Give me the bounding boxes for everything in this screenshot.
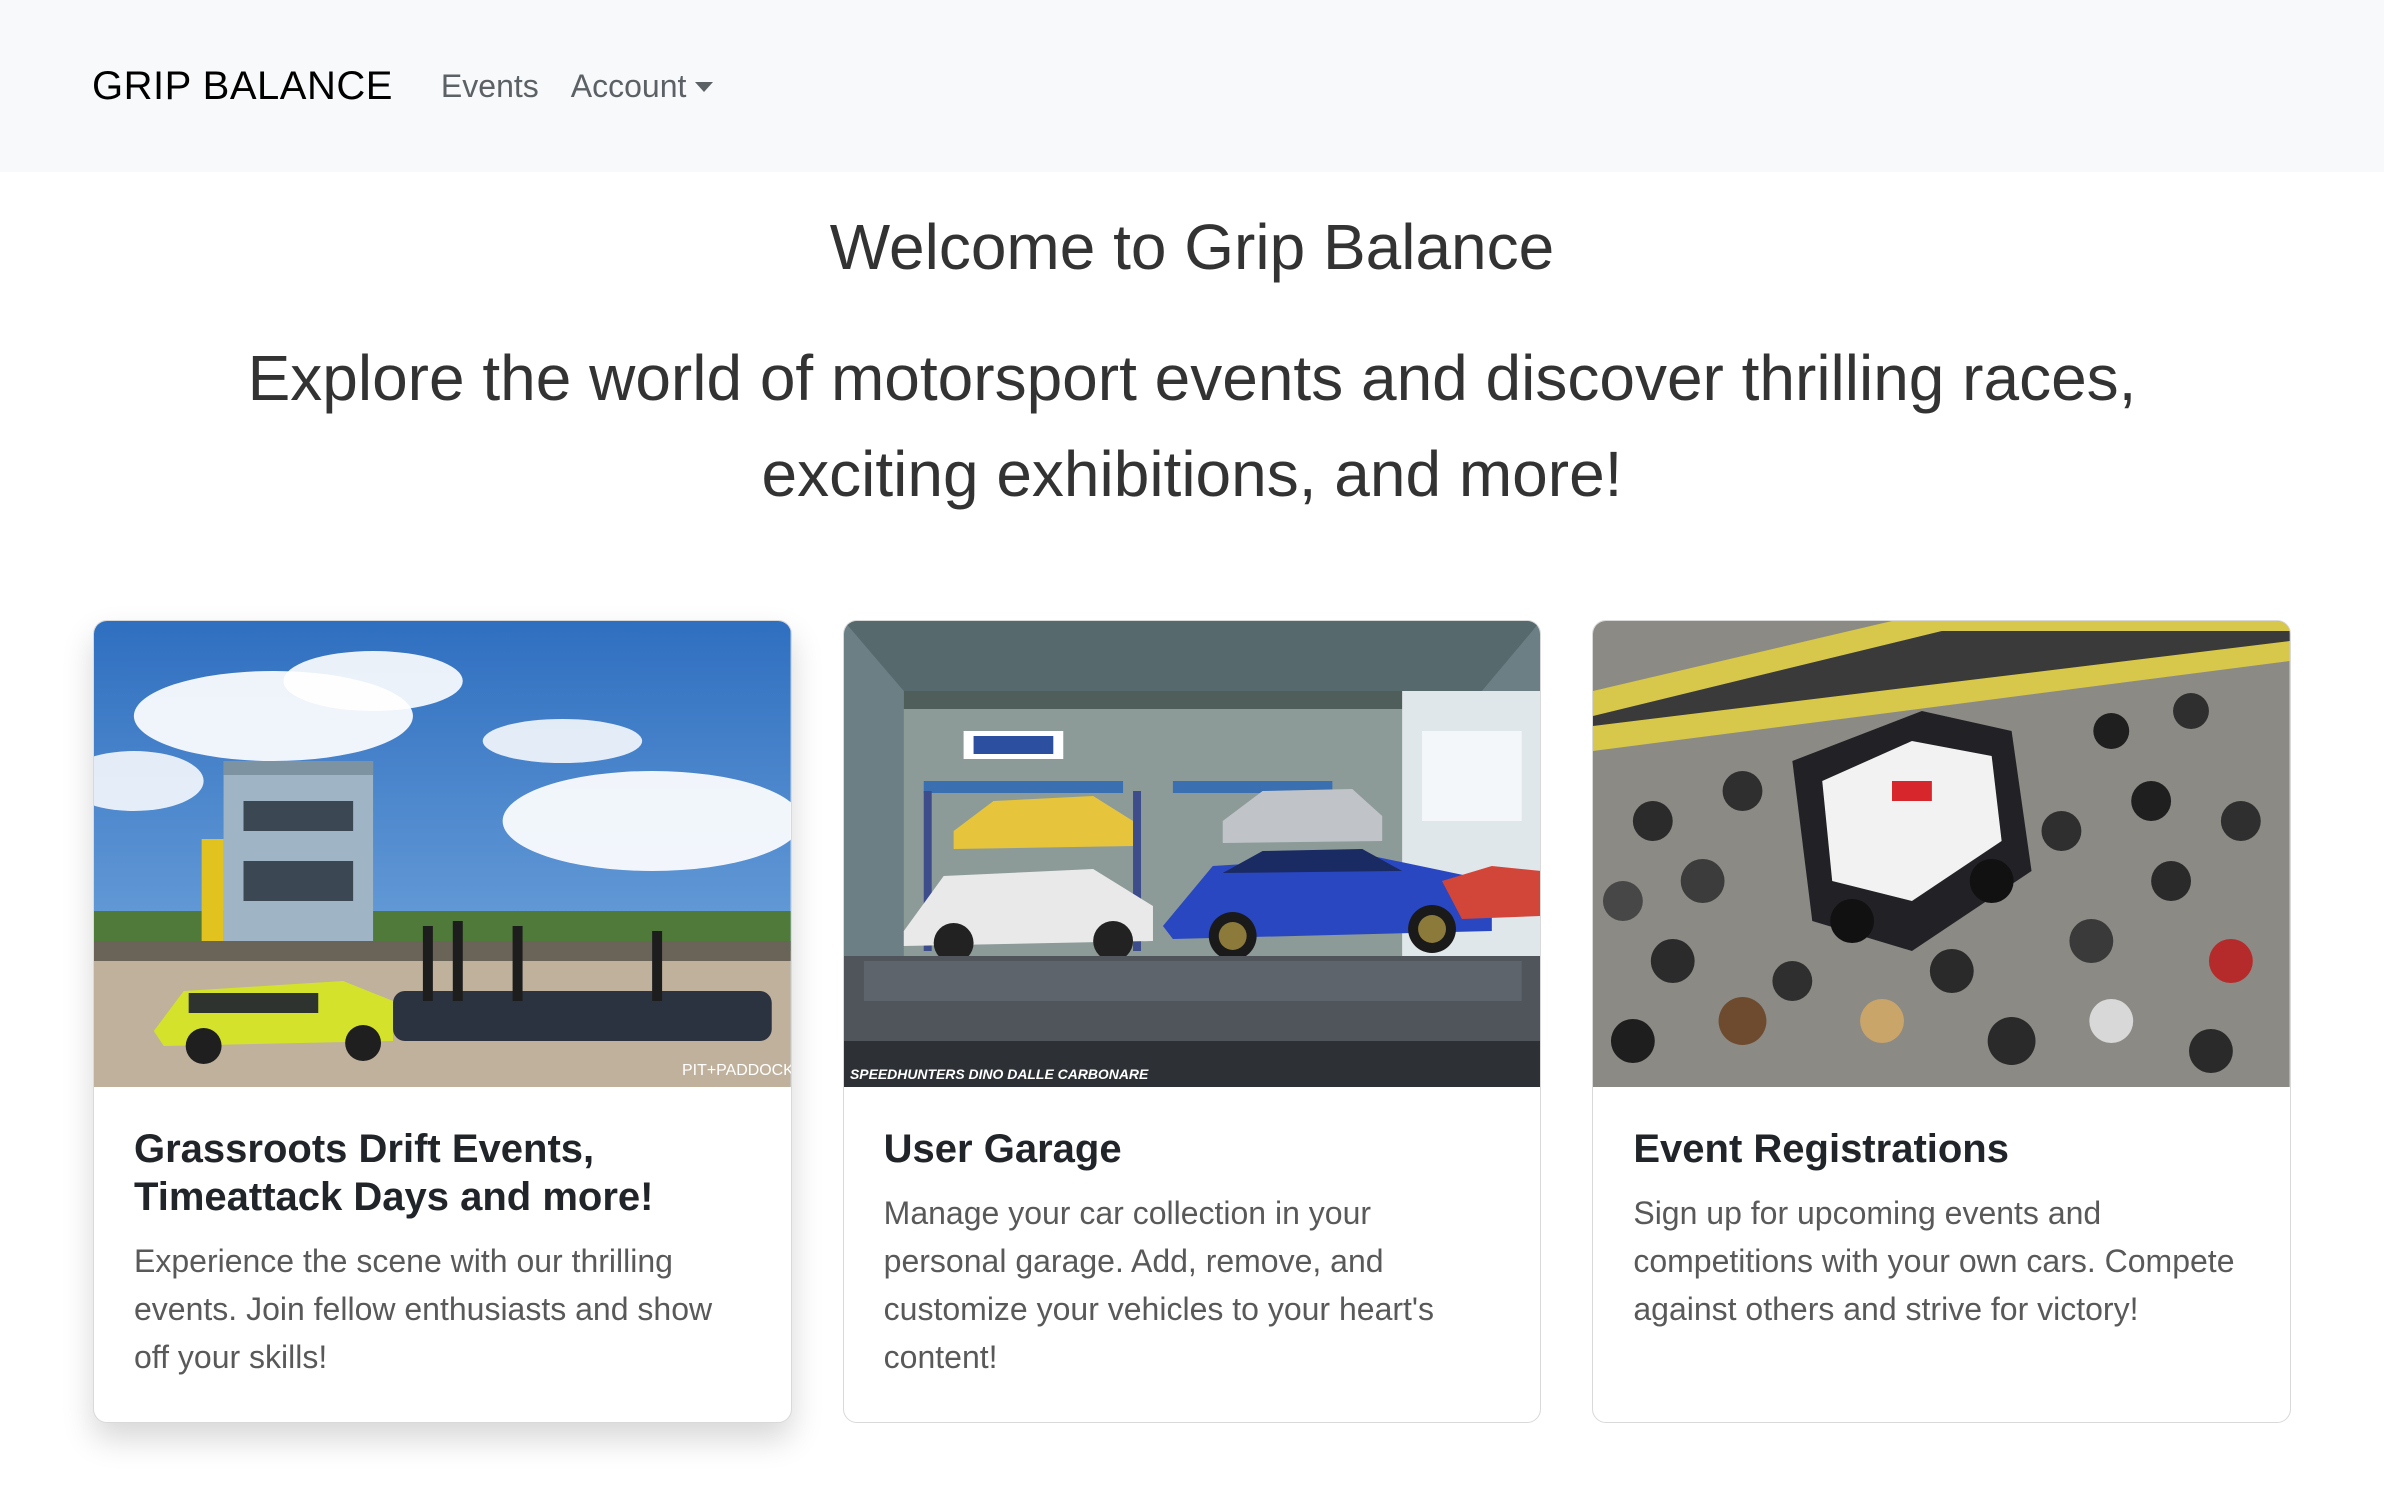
card-image-garage: SPEEDHUNTERS DINO DALLE CARBONARE [843, 621, 1541, 1087]
image-watermark: SPEEDHUNTERS DINO DALLE CARBONARE [850, 1066, 1149, 1082]
card-drift-events[interactable]: PIT+PADDOCK Grassroots Drift Events, Tim… [93, 620, 792, 1423]
card-body: Event Registrations Sign up for upcoming… [1593, 1087, 2290, 1333]
card-user-garage[interactable]: SPEEDHUNTERS DINO DALLE CARBONARE User G… [842, 620, 1542, 1423]
nav-dropdown-account[interactable]: Account [571, 68, 714, 105]
card-text: Manage your car collection in your perso… [883, 1195, 1435, 1375]
navbar: GRIP BALANCE Events Account [0, 0, 2384, 172]
caret-down-icon [695, 82, 714, 92]
card-body: User Garage Manage your car collection i… [844, 1087, 1541, 1381]
card-title: Grassroots Drift Events, Timeattack Days… [134, 1127, 654, 1219]
card-image-drift-event: PIT+PADDOCK [94, 621, 791, 1087]
card-image-crowd [1593, 621, 2291, 1087]
card-text: Experience the scene with our thrilling … [134, 1243, 713, 1375]
card-body: Grassroots Drift Events, Timeattack Days… [94, 1087, 791, 1381]
nav-dropdown-account-label: Account [570, 67, 687, 104]
feature-cards: PIT+PADDOCK Grassroots Drift Events, Tim… [93, 620, 2292, 1423]
image-watermark: PIT+PADDOCK [682, 1062, 791, 1079]
brand-link[interactable]: GRIP BALANCE [92, 64, 393, 109]
card-title: Event Registrations [1633, 1127, 2009, 1171]
card-title: User Garage [883, 1127, 1122, 1171]
card-event-registrations[interactable]: Event Registrations Sign up for upcoming… [1592, 620, 2292, 1423]
card-text: Sign up for upcoming events and competit… [1633, 1195, 2235, 1327]
page-title: Welcome to Grip Balance [829, 211, 1555, 283]
page-subtitle: Explore the world of motorsport events a… [247, 342, 2137, 510]
nav-link-events[interactable]: Events [441, 68, 539, 105]
